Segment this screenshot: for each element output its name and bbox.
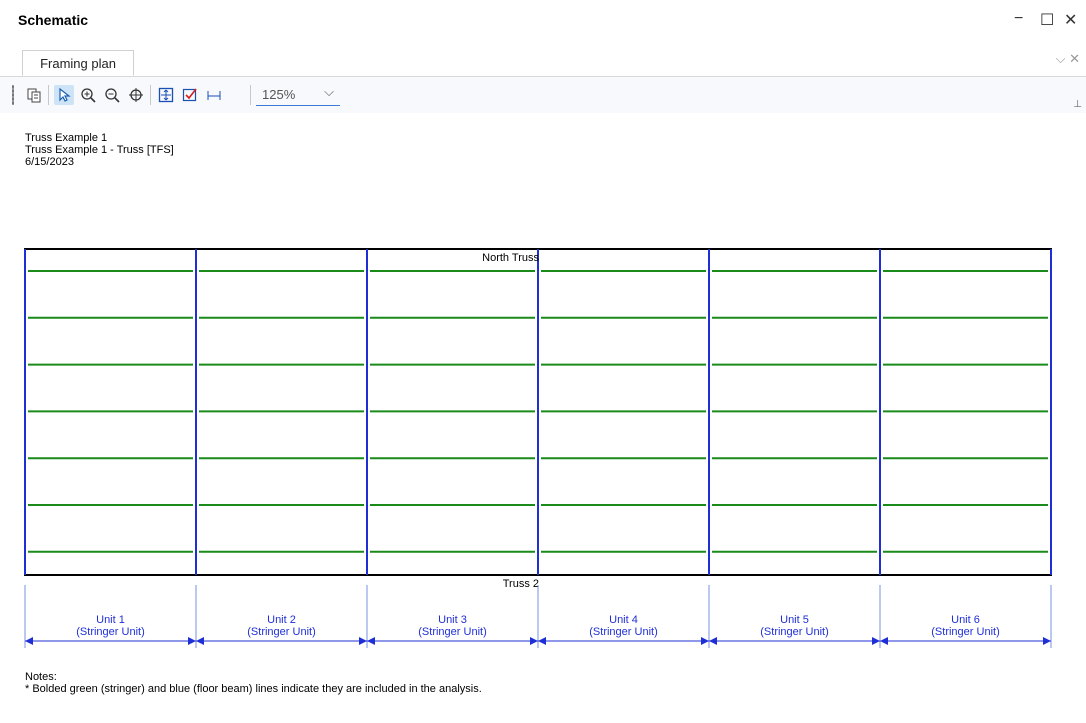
dimension-arrow [25, 637, 33, 645]
dimension-arrow [196, 637, 204, 645]
unit-name-label: Unit 2 [267, 614, 296, 626]
dimension-arrow [367, 637, 375, 645]
unit-type-label: (Stringer Unit) [418, 626, 486, 638]
notes-text: * Bolded green (stringer) and blue (floo… [25, 683, 482, 695]
unit-type-label: (Stringer Unit) [931, 626, 999, 638]
dimension-arrow [872, 637, 880, 645]
north-truss-label: North Truss [482, 252, 539, 264]
unit-type-label: (Stringer Unit) [760, 626, 828, 638]
notes: Notes: * Bolded green (stringer) and blu… [25, 671, 482, 695]
unit-type-label: (Stringer Unit) [76, 626, 144, 638]
dimension-arrow [188, 637, 196, 645]
dimension-arrow [880, 637, 888, 645]
unit-type-label: (Stringer Unit) [589, 626, 657, 638]
dimension-arrow [530, 637, 538, 645]
dimension-arrow [1043, 637, 1051, 645]
unit-name-label: Unit 6 [951, 614, 980, 626]
framing-plan-drawing: North TrussTruss 2Unit 1(Stringer Unit)U… [24, 248, 1052, 648]
dimension-arrow [359, 637, 367, 645]
south-truss-label: Truss 2 [503, 578, 539, 590]
unit-name-label: Unit 5 [780, 614, 809, 626]
notes-heading: Notes: [25, 671, 57, 683]
dimension-arrow [538, 637, 546, 645]
dimension-arrow [709, 637, 717, 645]
unit-name-label: Unit 1 [96, 614, 125, 626]
unit-type-label: (Stringer Unit) [247, 626, 315, 638]
unit-name-label: Unit 3 [438, 614, 467, 626]
dimension-arrow [701, 637, 709, 645]
unit-name-label: Unit 4 [609, 614, 638, 626]
